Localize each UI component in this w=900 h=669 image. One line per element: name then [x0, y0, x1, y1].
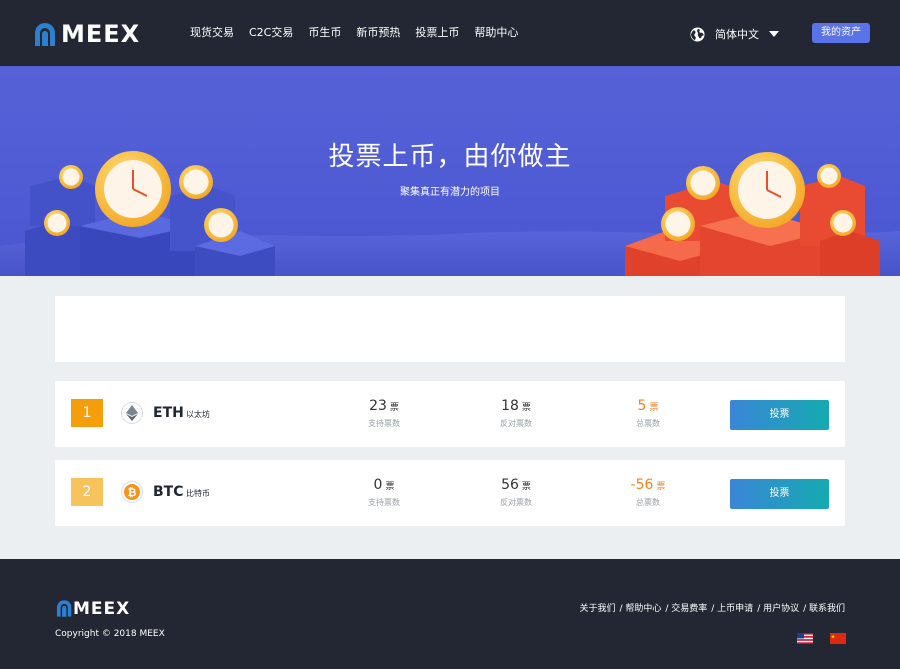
banner-subtitle: 聚集真正有潜力的项目: [400, 187, 500, 198]
against-label: 反对票数: [500, 419, 532, 428]
footer-logo[interactable]: MEEX: [57, 597, 130, 620]
total-votes: 5票 总票数: [608, 395, 688, 429]
logo-mark-icon: [57, 600, 72, 617]
total-count: -56: [630, 477, 654, 493]
total-votes: -56 票 总票数: [608, 474, 688, 508]
vote-unit: 票: [521, 403, 531, 413]
bitcoin-icon: ₿: [121, 481, 143, 503]
vote-button[interactable]: 投票: [730, 479, 829, 509]
footer-link-fees[interactable]: / 交易费率: [665, 601, 707, 614]
support-count: 0: [373, 477, 383, 493]
footer-link-agreement[interactable]: / 用户协议: [757, 601, 799, 614]
nav-spot-trading[interactable]: 现货交易: [190, 26, 234, 40]
rank-badge: 2: [71, 478, 103, 506]
logo-mark-icon: [35, 22, 55, 46]
against-votes: 56 票 反对票数: [476, 474, 556, 508]
coin-name-cn: 比特币: [186, 489, 210, 498]
against-votes: 18 票 反对票数: [476, 395, 556, 429]
support-count: 23: [369, 398, 387, 414]
support-votes: 23 票 支持票数: [344, 395, 424, 429]
banner-title: 投票上币，由你做主: [328, 142, 572, 172]
language-flags: [797, 633, 863, 644]
vote-unit: 票: [389, 403, 399, 413]
language-label: 简体中文: [715, 28, 759, 41]
coin-symbol: BTC: [153, 484, 184, 500]
globe-icon: [690, 26, 705, 42]
footer-link-contact[interactable]: / 联系我们: [803, 601, 845, 614]
nav-help-center[interactable]: 帮助中心: [474, 26, 518, 40]
logo[interactable]: MEEX: [35, 21, 140, 47]
against-count: 56: [501, 477, 519, 493]
my-assets-button[interactable]: 我的资产: [812, 23, 870, 43]
caret-down-icon: [769, 31, 779, 37]
vote-button[interactable]: 投票: [730, 400, 829, 430]
coin-name-cn: 以太坊: [186, 410, 210, 419]
svg-text:₿: ₿: [128, 486, 137, 499]
footer-links: 关于我们 / 帮助中心 / 交易费率 / 上币申请 / 用户协议 / 联系我们: [575, 601, 845, 614]
coin-row-eth: 1 ETH 以太坊 23 票 支持票数 18 票 反对票数 5票 总票数 投票: [55, 381, 845, 447]
coin-row-btc: 2 ₿ BTC 比特币 0票 支持票数 56 票 反对票数 -56 票 总票数 投票: [55, 460, 845, 526]
total-label: 总票数: [636, 419, 660, 428]
us-flag-icon[interactable]: [797, 633, 813, 644]
vote-unit: 票: [385, 482, 395, 492]
nav-coin-earn[interactable]: 币生币: [308, 26, 341, 40]
total-label: 总票数: [636, 498, 660, 507]
rank-badge: 1: [71, 399, 103, 427]
vote-unit: 票: [649, 403, 659, 413]
footer-link-help[interactable]: / 帮助中心: [619, 601, 661, 614]
nav-vote-listing[interactable]: 投票上币: [415, 26, 459, 40]
nav-c2c-trading[interactable]: C2C交易: [249, 26, 293, 40]
ethereum-icon: [121, 402, 143, 424]
copyright: Copyright © 2018 MEEX: [55, 629, 165, 639]
footer: MEEX Copyright © 2018 MEEX 关于我们 / 帮助中心 /…: [0, 559, 900, 669]
vote-unit: 票: [521, 482, 531, 492]
against-label: 反对票数: [500, 498, 532, 507]
footer-link-listing[interactable]: / 上币申请: [711, 601, 753, 614]
nav-new-coin-preview[interactable]: 新币预热: [356, 26, 400, 40]
logo-text: MEEX: [61, 20, 141, 48]
empty-panel: [55, 296, 845, 362]
footer-link-about[interactable]: 关于我们: [579, 601, 615, 614]
support-label: 支持票数: [368, 419, 400, 428]
footer-logo-text: MEEX: [73, 598, 131, 619]
cn-flag-icon[interactable]: [830, 633, 846, 644]
total-count: 5: [637, 398, 647, 414]
against-count: 18: [501, 398, 519, 414]
top-header: MEEX 现货交易 C2C交易 币生币 新币预热 投票上币 帮助中心 简体中文 …: [0, 0, 900, 66]
support-label: 支持票数: [368, 498, 400, 507]
main-nav: 现货交易 C2C交易 币生币 新币预热 投票上币 帮助中心: [190, 26, 533, 40]
language-selector[interactable]: 简体中文: [690, 26, 779, 42]
coin-symbol: ETH: [153, 405, 184, 421]
support-votes: 0票 支持票数: [344, 474, 424, 508]
vote-unit: 票: [656, 482, 666, 492]
hero-banner: 投票上币，由你做主 聚集真正有潜力的项目: [0, 66, 900, 276]
